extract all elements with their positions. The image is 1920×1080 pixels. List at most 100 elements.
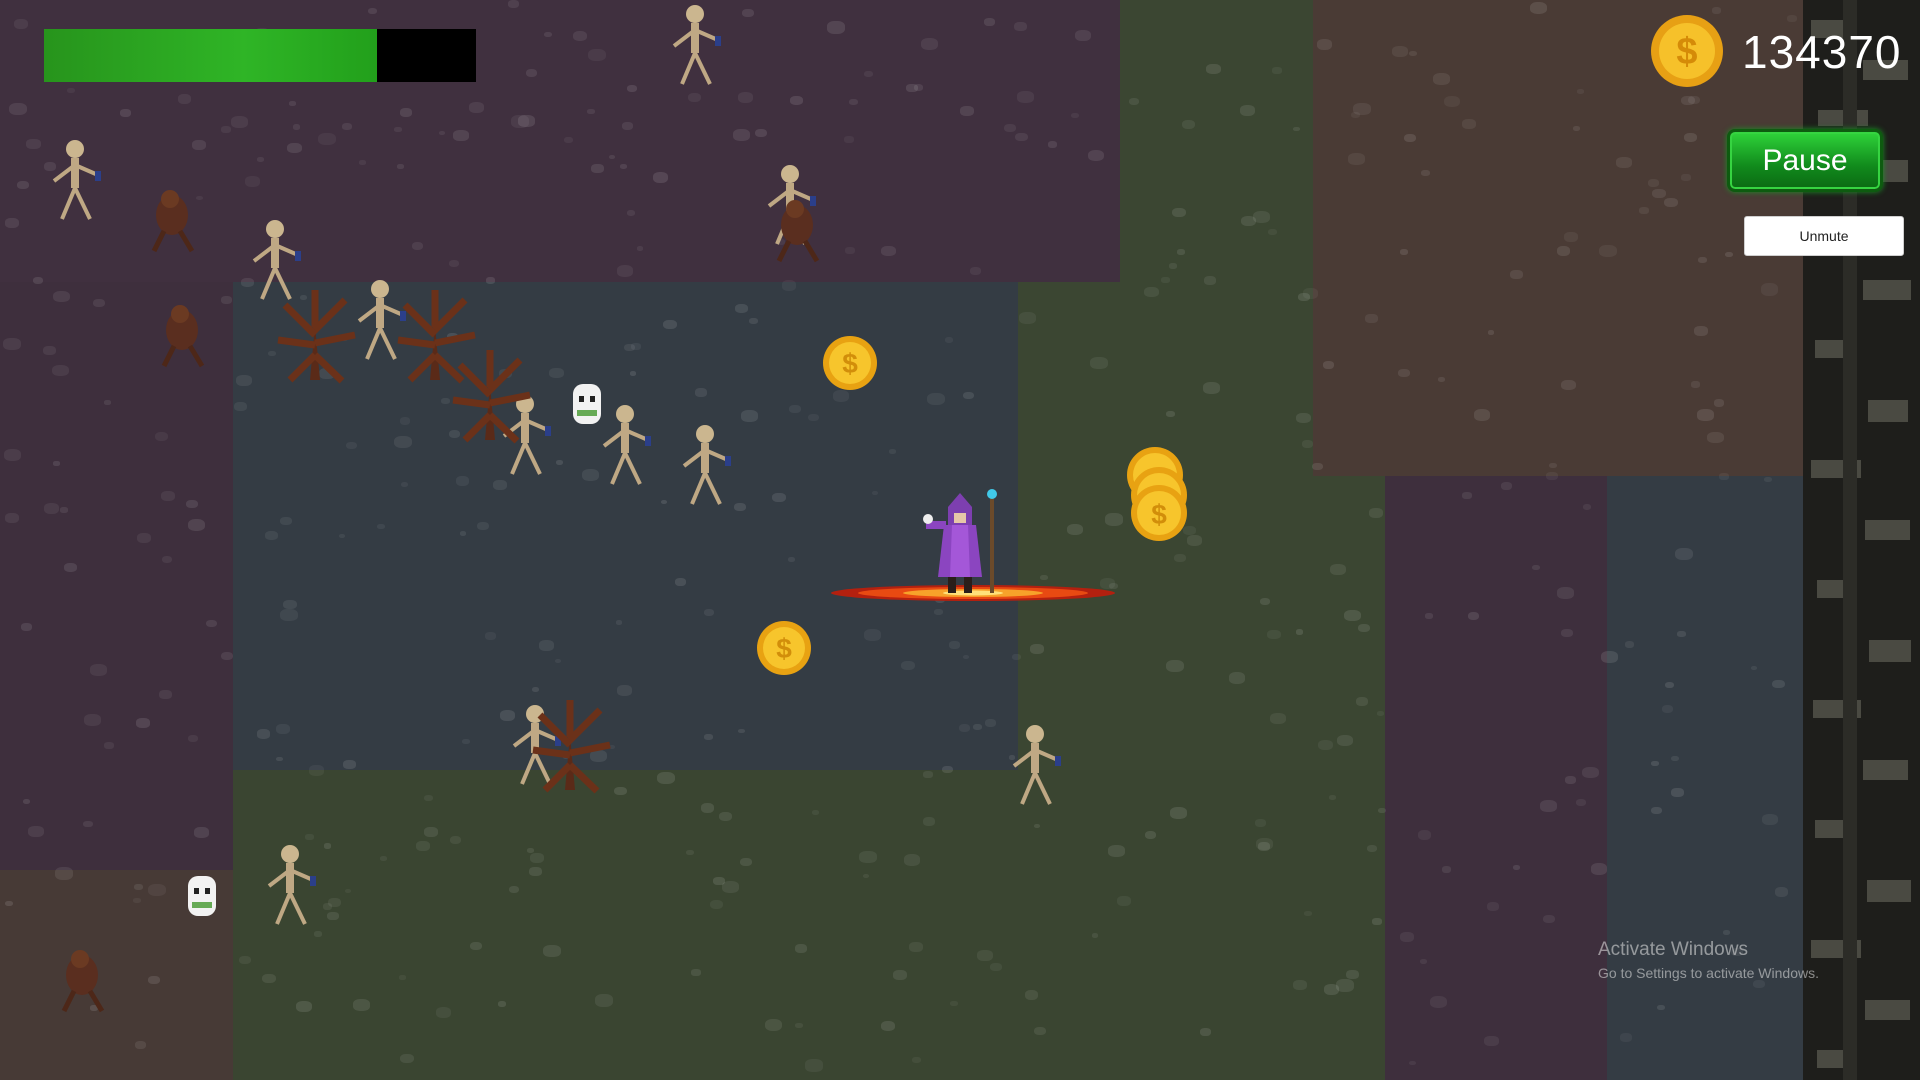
ground-pebble — [741, 410, 758, 422]
svg-text:$: $ — [1676, 31, 1697, 73]
ghoul-enemy — [61, 950, 105, 1013]
ground-pebble — [1661, 704, 1674, 713]
pause-button[interactable]: Pause — [1727, 129, 1883, 192]
ground-pebble — [1252, 210, 1271, 223]
ground-pebble — [1510, 269, 1523, 279]
treant-enemy — [277, 290, 356, 384]
ground-pebble — [927, 392, 946, 406]
ground-pebble — [470, 941, 483, 951]
ground-pebble — [1681, 95, 1695, 106]
ground-pebble — [1543, 914, 1556, 924]
ground-pebble — [657, 771, 676, 785]
ground-pebble — [397, 163, 404, 169]
ground-pebble — [1663, 197, 1678, 208]
ground-pebble — [848, 99, 858, 106]
ground-pebble — [1075, 29, 1092, 41]
ground-pebble — [455, 476, 470, 486]
ground-pebble — [1392, 46, 1409, 58]
purple-ground-zone — [0, 282, 233, 870]
gold-coin-icon[interactable]: $ — [822, 335, 878, 391]
ground-pebble — [5, 217, 20, 228]
ground-pebble — [1403, 133, 1417, 143]
ground-pebble — [985, 718, 997, 727]
ground-pebble — [508, 0, 519, 8]
ground-pebble — [1624, 641, 1635, 648]
ground-pebble — [794, 944, 807, 953]
ground-pebble — [1087, 149, 1105, 162]
gold-coin-icon[interactable]: $ — [1130, 484, 1188, 542]
gold-coin-icon[interactable]: $ — [756, 620, 812, 676]
ground-pebble — [380, 855, 388, 861]
ground-pebble — [66, 87, 75, 94]
ground-pebble — [1616, 157, 1632, 169]
ground-pebble — [983, 17, 995, 26]
ground-pebble — [1144, 286, 1159, 297]
ground-pebble — [43, 503, 60, 514]
ground-pebble — [709, 899, 724, 910]
ground-pebble — [787, 556, 796, 563]
ground-pebble — [1254, 819, 1266, 828]
ground-pebble — [1012, 653, 1022, 660]
ground-pebble — [695, 388, 708, 397]
ground-pebble — [616, 265, 634, 277]
ground-pebble — [1651, 760, 1659, 766]
ground-pebble — [1268, 228, 1277, 235]
ground-pebble — [549, 368, 565, 379]
ground-pebble — [64, 562, 78, 572]
ground-pebble — [276, 756, 283, 761]
game-world[interactable]: $ $ $ — [0, 0, 1920, 1080]
ground-pebble — [613, 786, 627, 796]
ground-pebble — [282, 599, 297, 610]
ground-pebble — [93, 299, 106, 308]
ground-pebble — [1582, 766, 1599, 779]
ground-pebble — [844, 136, 855, 143]
ground-pebble — [1707, 431, 1724, 444]
ground-pebble — [1561, 628, 1573, 637]
ground-pebble — [1487, 330, 1495, 335]
skeleton-enemy — [682, 425, 731, 505]
skeleton-enemy — [1012, 725, 1061, 805]
ground-pebble — [1670, 755, 1679, 762]
ground-pebble — [1540, 799, 1558, 812]
ground-pebble — [1329, 794, 1337, 800]
ground-pebble — [1322, 361, 1334, 370]
ground-pebble — [256, 729, 270, 739]
ground-pebble — [1203, 276, 1216, 285]
ground-pebble — [1512, 864, 1521, 871]
ground-pebble — [1565, 776, 1576, 784]
ground-pebble — [1365, 314, 1378, 323]
ground-pebble — [675, 577, 687, 586]
unmute-button[interactable]: Unmute — [1744, 216, 1904, 256]
ground-pebble — [687, 93, 702, 103]
ground-pebble — [309, 765, 325, 776]
ground-pebble — [1206, 64, 1221, 75]
ground-pebble — [279, 608, 298, 622]
ground-pebble — [1169, 263, 1178, 269]
ground-pebble — [26, 139, 41, 150]
ground-pebble — [53, 290, 70, 303]
ghost-enemy — [573, 384, 601, 424]
ground-pebble — [1619, 1033, 1632, 1042]
ground-pebble — [192, 140, 206, 150]
ground-pebble — [742, 9, 754, 18]
ground-pebble — [1774, 887, 1789, 897]
ground-pebble — [1316, 38, 1333, 50]
ground-pebble — [942, 765, 953, 774]
ghoul-enemy — [776, 200, 820, 263]
ground-pebble — [1165, 410, 1175, 418]
ground-pebble — [1181, 119, 1196, 130]
ground-pebble — [1467, 612, 1480, 621]
ground-pebble — [342, 759, 356, 769]
ground-pebble — [1787, 15, 1797, 22]
ground-pebble — [53, 461, 60, 466]
ground-pebble — [286, 142, 302, 154]
ground-pebble — [1015, 132, 1028, 142]
ground-pebble — [439, 130, 446, 135]
ground-pebble — [423, 795, 433, 802]
ground-pebble — [1376, 710, 1384, 716]
ground-pebble — [89, 663, 107, 676]
ground-pebble — [764, 1018, 783, 1032]
ground-pebble — [1067, 523, 1084, 535]
ground-pebble — [1722, 929, 1730, 935]
ground-pebble — [1003, 123, 1016, 132]
